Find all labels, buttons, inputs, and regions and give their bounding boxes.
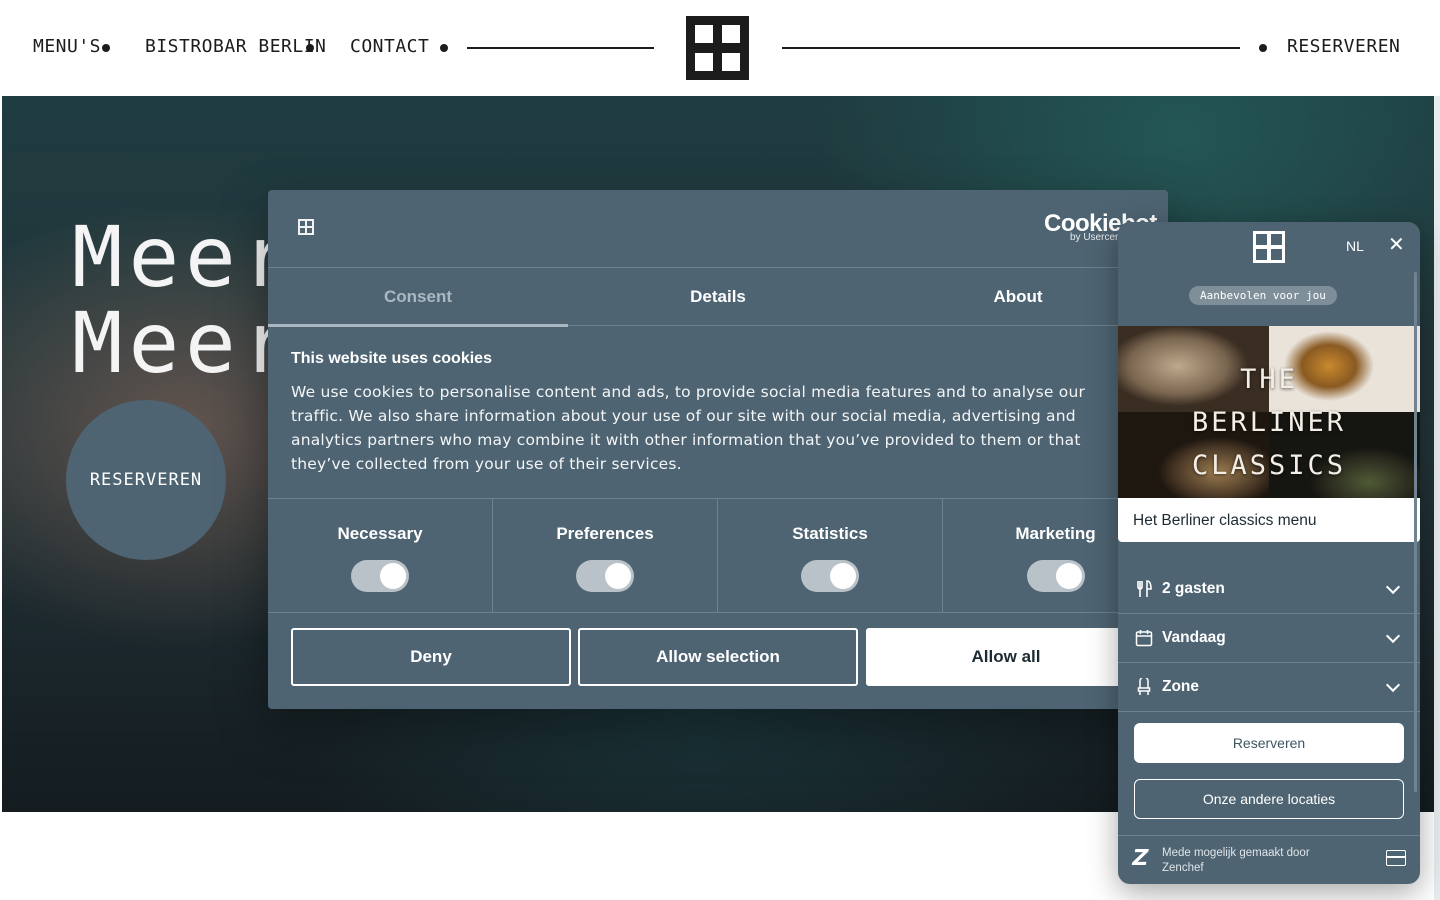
brand-logo-icon[interactable]: [686, 16, 749, 80]
nav-divider-line: [467, 47, 654, 49]
hero-title: Meer Meer: [72, 214, 298, 386]
chair-icon: [1134, 677, 1154, 697]
zone-selector[interactable]: Zone: [1118, 663, 1420, 712]
allow-all-button[interactable]: Allow all: [866, 628, 1146, 686]
statistics-toggle[interactable]: [801, 560, 859, 592]
page-scrollbar-track: [1434, 96, 1440, 900]
necessary-toggle[interactable]: [351, 560, 409, 592]
widget-reserve-button[interactable]: Reserveren: [1134, 723, 1404, 763]
cookie-title: This website uses cookies: [291, 350, 492, 367]
category-necessary: Necessary: [268, 499, 493, 612]
nav-link-contact[interactable]: CONTACT: [350, 36, 429, 57]
hero-title-line: Meer: [72, 208, 299, 306]
chevron-down-icon: [1385, 628, 1401, 644]
cookie-tabs: Consent Details About: [268, 268, 1168, 327]
nav-dot: [1259, 44, 1267, 52]
nav-link-menus[interactable]: MENU'S: [33, 36, 101, 57]
gift-icon[interactable]: [1386, 850, 1406, 866]
menu-offer-title: Het Berliner classics menu: [1133, 512, 1317, 529]
widget-footer: Z Mede mogelijk gemaakt door Zenchef: [1118, 835, 1420, 884]
guests-label: 2 gasten: [1162, 580, 1225, 597]
tab-details[interactable]: Details: [568, 268, 868, 326]
nav-link-reserveren[interactable]: RESERVEREN: [1287, 36, 1400, 57]
site-logo-icon: [298, 219, 314, 235]
toggle-knob: [830, 563, 856, 589]
powered-by-text: Mede mogelijk gemaakt door Zenchef: [1162, 847, 1310, 874]
top-navigation: MENU'S BISTROBAR BERLIN CONTACT RESERVER…: [0, 0, 1440, 96]
cookie-actions: Deny Allow selection Allow all: [291, 628, 1168, 686]
zone-label: Zone: [1162, 678, 1200, 695]
hero-reserve-button[interactable]: RESERVEREN: [66, 400, 226, 560]
category-label: Marketing: [1015, 524, 1096, 543]
nav-dot: [440, 44, 448, 52]
chevron-down-icon: [1385, 579, 1401, 595]
toggle-knob: [1055, 563, 1082, 589]
widget-scrollbar[interactable]: [1414, 272, 1417, 792]
menu-offer-image: THE BERLINER CLASSICS: [1118, 326, 1420, 498]
booking-widget: NL ✕ Aanbevolen voor jou THE BERLINER CL…: [1118, 222, 1420, 884]
cookie-categories: Necessary Preferences Statistics Marketi…: [268, 498, 1168, 613]
nav-dot: [102, 44, 110, 52]
category-statistics: Statistics: [718, 499, 943, 612]
close-icon[interactable]: ✕: [1388, 234, 1405, 254]
cookie-description: We use cookies to personalise content an…: [291, 383, 1086, 473]
restaurant-logo-icon: [1253, 231, 1285, 263]
hero-title-line: Meer: [72, 294, 299, 392]
category-preferences: Preferences: [493, 499, 718, 612]
allow-selection-button[interactable]: Allow selection: [578, 628, 858, 686]
preferences-toggle[interactable]: [576, 560, 634, 592]
other-locations-button[interactable]: Onze andere locaties: [1134, 779, 1404, 819]
calendar-icon: [1134, 628, 1154, 648]
chevron-down-icon: [1385, 677, 1401, 693]
zenchef-logo-icon: Z: [1129, 846, 1151, 871]
toggle-knob: [380, 563, 406, 589]
nav-link-bistrobar-berlin[interactable]: BISTROBAR BERLIN: [145, 36, 326, 57]
menu-offer-image-text: THE BERLINER CLASSICS: [1191, 364, 1347, 481]
date-label: Vandaag: [1162, 629, 1226, 646]
deny-button[interactable]: Deny: [291, 628, 571, 686]
cutlery-icon: [1134, 579, 1154, 599]
language-selector[interactable]: NL: [1346, 238, 1364, 254]
toggle-knob: [605, 563, 631, 589]
marketing-toggle[interactable]: [1026, 560, 1085, 592]
menu-offer-card[interactable]: THE BERLINER CLASSICS Het Berliner class…: [1118, 326, 1420, 542]
cookie-dialog-header: Cookiebot by Usercentrics: [268, 190, 1168, 268]
date-selector[interactable]: Vandaag: [1118, 614, 1420, 663]
recommended-badge: Aanbevolen voor jou: [1189, 286, 1337, 305]
category-label: Statistics: [792, 524, 868, 543]
nav-dot: [306, 44, 314, 52]
category-label: Necessary: [337, 524, 423, 543]
nav-divider-line: [782, 47, 1240, 49]
category-label: Preferences: [556, 524, 654, 543]
cookie-consent-dialog: Cookiebot by Usercentrics Consent Detail…: [268, 190, 1168, 709]
guests-selector[interactable]: 2 gasten: [1118, 565, 1420, 614]
cookie-body: This website uses cookies We use cookies…: [291, 350, 1121, 476]
tab-consent[interactable]: Consent: [268, 268, 568, 327]
